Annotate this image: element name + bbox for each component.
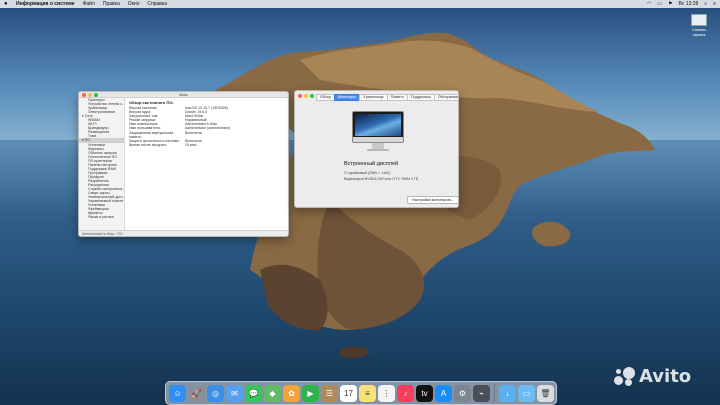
- mail-icon[interactable]: ✉: [226, 384, 243, 402]
- flag-icon[interactable]: ⚑: [668, 1, 672, 7]
- detail-heading: Обзор системного ПО:: [129, 100, 174, 105]
- avito-wordmark: Avito: [639, 366, 692, 387]
- control-center-icon[interactable]: ≡: [713, 1, 716, 7]
- display-gpu: Видеокарта NVIDIA GeForce GTX 780M 4 ГБ: [344, 177, 419, 181]
- menu-file[interactable]: Файл: [83, 1, 95, 7]
- trash-icon[interactable]: 🗑: [537, 384, 554, 402]
- tab[interactable]: Обзор: [316, 94, 335, 101]
- launchpad-icon[interactable]: 🚀: [188, 384, 205, 402]
- battery-icon[interactable]: ▭: [657, 1, 662, 7]
- detail-pane: Обзор системного ПО: Версия системы: macO…: [126, 99, 286, 229]
- reminders-icon[interactable]: ⋮: [378, 384, 395, 402]
- desktop-file-screenshot[interactable]: Снимок экрана: [686, 14, 712, 37]
- tab[interactable]: Хранилище: [359, 94, 388, 101]
- tab[interactable]: Поддержка: [406, 94, 435, 101]
- menu-app-name[interactable]: Информация о системе: [16, 1, 75, 7]
- menu-clock[interactable]: Вс 13:28: [679, 1, 699, 7]
- zoom-button[interactable]: [310, 94, 314, 98]
- photos-icon[interactable]: ✿: [283, 384, 300, 402]
- finder-icon[interactable]: ☺: [169, 384, 186, 402]
- avito-logo-icon: [614, 366, 636, 387]
- tab[interactable]: Мониторы: [333, 94, 361, 101]
- menu-help[interactable]: Справка: [147, 1, 167, 7]
- detail-value: Включена: [185, 130, 202, 135]
- documents-folder-icon[interactable]: ▭: [518, 384, 535, 402]
- maps-icon[interactable]: ◆: [264, 384, 281, 402]
- apple-menu-icon[interactable]: ●: [4, 1, 10, 7]
- system-information-window[interactable]: iMac Принтеры Устройство чтения к... Храни…: [78, 91, 289, 237]
- tab[interactable]: Обслуживание: [433, 94, 458, 101]
- menu-bar: ● Информация о системе Файл Правка Окно …: [0, 0, 720, 8]
- dock: ☺ 🚀 ◎ ✉ 💬 ◆ ✿ ▶ ☰ 17 ≡ ⋮ ♪ tv A ⚙ ⌁ ↓ ▭ 🗑: [165, 381, 557, 405]
- system-information-icon[interactable]: ⌁: [473, 384, 490, 402]
- appstore-icon[interactable]: A: [435, 384, 452, 402]
- detail-row: Защищенная виртуальная память: Включена: [126, 131, 286, 139]
- sidebar: Принтеры Устройство чтения к... Хранилище Э…: [79, 98, 125, 232]
- wifi-icon[interactable]: ◠: [647, 1, 651, 7]
- contacts-icon[interactable]: ☰: [321, 384, 338, 402]
- tab-bar: Обзор Мониторы Хранилище Память Поддержка Обс…: [316, 94, 458, 101]
- desktop-file-label: Снимок экрана: [691, 27, 707, 37]
- display-resolution: 27-дюймовый (2560 × 1440): [344, 171, 391, 175]
- about-this-mac-window[interactable]: Обзор Мониторы Хранилище Память Поддержка Обс…: [294, 90, 459, 208]
- minimize-button[interactable]: [304, 94, 308, 98]
- monitor-chin: [353, 137, 403, 142]
- calendar-icon[interactable]: 17: [340, 384, 357, 402]
- close-button[interactable]: [298, 94, 302, 98]
- menu-edit[interactable]: Правка: [103, 1, 120, 7]
- music-icon[interactable]: ♪: [397, 384, 414, 402]
- sidebar-item[interactable]: Языки и регион: [79, 215, 124, 219]
- display-settings-button[interactable]: Настройки мониторов...: [407, 196, 458, 204]
- downloads-folder-icon[interactable]: ↓: [499, 384, 516, 402]
- facetime-icon[interactable]: ▶: [302, 384, 319, 402]
- system-preferences-icon[interactable]: ⚙: [454, 384, 471, 402]
- menu-window[interactable]: Окно: [128, 1, 140, 7]
- notes-icon[interactable]: ≡: [359, 384, 376, 402]
- detail-key: Защищенная виртуальная память:: [129, 130, 174, 139]
- safari-icon[interactable]: ◎: [207, 384, 224, 402]
- screenshot-file-icon: [691, 14, 707, 26]
- path-status-bar: Administrator's iMac › ПО: [79, 230, 288, 236]
- tab[interactable]: Память: [386, 94, 408, 101]
- monitor-stand-base: [367, 149, 389, 151]
- monitor-image: [352, 111, 404, 143]
- dock-separator: [494, 384, 495, 402]
- spotlight-icon[interactable]: ⌕: [704, 1, 707, 7]
- tv-icon[interactable]: tv: [416, 384, 433, 402]
- detail-row: Время после загрузки: 15 мин: [126, 143, 286, 147]
- messages-icon[interactable]: 💬: [245, 384, 262, 402]
- monitor-screen: [355, 114, 401, 136]
- detail-key: Время после загрузки:: [129, 142, 167, 147]
- detail-value: 15 мин: [185, 142, 197, 147]
- avito-watermark: Avito: [614, 366, 691, 387]
- display-name: Встроенный дисплей: [344, 161, 399, 167]
